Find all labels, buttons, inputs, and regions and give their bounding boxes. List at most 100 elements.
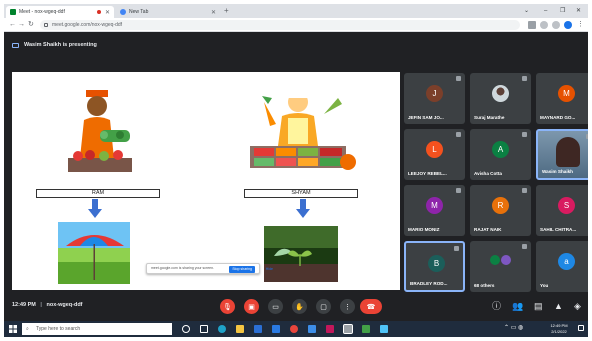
stop-sharing-button[interactable]: Stop sharing xyxy=(229,265,255,273)
participant-avatar: L xyxy=(426,141,443,158)
participant-avatar: S xyxy=(558,197,575,214)
cortana-icon[interactable] xyxy=(182,325,190,333)
url-text: meet.google.com/nox-wgeq-ddf xyxy=(52,22,123,28)
down-arrow-right-icon xyxy=(296,199,310,218)
windows-taskbar: ⌕ Type here to search ⌃ ▭ ◍ 12:49 PM 2/1… xyxy=(4,321,588,337)
participant-tile[interactable]: M MAYNARD GO... xyxy=(536,73,588,124)
mic-muted-icon xyxy=(456,132,461,137)
meeting-details-icon[interactable]: ⓘ xyxy=(492,300,501,312)
mic-muted-icon xyxy=(586,134,588,139)
participant-tile[interactable]: Suraj Marathe xyxy=(470,73,531,124)
meet-favicon-icon xyxy=(10,9,16,15)
mic-muted-icon xyxy=(522,188,527,193)
participant-name: RAJAT NAIK xyxy=(474,227,502,232)
mic-muted-icon xyxy=(522,132,527,137)
host-controls-icon[interactable]: ◈ xyxy=(574,300,581,312)
participant-name: JEFIN SAM JO... xyxy=(408,115,444,120)
address-bar-row: ← → ↻ meet.google.com/nox-wgeq-ddf ⋮ xyxy=(4,18,588,32)
task-view-icon[interactable] xyxy=(200,325,208,333)
participant-name: MAYNARD GO... xyxy=(540,115,576,120)
new-tab-plus-icon[interactable]: + xyxy=(224,6,229,16)
participant-tile[interactable]: a You xyxy=(536,241,588,292)
tab-meet[interactable]: Meet - nox-wgeq-ddf ✕ xyxy=(6,6,114,18)
participant-name: SAHIL CHITRA... xyxy=(540,227,577,232)
camera-off-button[interactable]: ▣ xyxy=(244,299,259,314)
url-bar[interactable]: meet.google.com/nox-wgeq-ddf xyxy=(40,20,520,30)
participant-name: Avisha Cotta xyxy=(474,171,502,176)
seedling-photo xyxy=(264,226,338,282)
back-icon[interactable]: ← xyxy=(9,20,16,30)
tab-title: New Tab xyxy=(129,9,149,15)
participant-avatar: a xyxy=(558,253,575,270)
extensions-icon[interactable] xyxy=(552,21,560,29)
taskbar-date: 2/1/2022 xyxy=(551,329,567,334)
participant-tile[interactable]: 68 others xyxy=(470,241,531,292)
reload-icon[interactable]: ↻ xyxy=(28,20,34,30)
lock-icon xyxy=(44,23,48,27)
close-tab-icon[interactable]: ✕ xyxy=(211,9,216,16)
people-icon[interactable]: 👥 xyxy=(512,300,523,312)
participant-avatar: R xyxy=(492,197,509,214)
file-explorer-icon[interactable] xyxy=(236,325,244,333)
store-icon[interactable] xyxy=(254,325,262,333)
search-placeholder: Type here to search xyxy=(36,326,81,332)
participant-name: LEEJOY REBEL... xyxy=(408,171,447,176)
raise-hand-button[interactable]: ✋ xyxy=(292,299,307,314)
chrome-menu-icon[interactable]: ⋮ xyxy=(577,20,584,30)
maximize-icon[interactable]: ❐ xyxy=(560,6,565,16)
activities-icon[interactable]: ▲ xyxy=(554,300,563,312)
participant-name: 68 others xyxy=(474,283,495,288)
chrome-icon[interactable] xyxy=(290,325,298,333)
app-icon-blue[interactable] xyxy=(308,325,316,333)
mic-muted-icon xyxy=(522,244,527,249)
taskbar-clock[interactable]: 12:49 PM 2/1/2022 xyxy=(544,323,574,335)
edge-icon[interactable] xyxy=(218,325,226,333)
taskbar-search-box[interactable]: ⌕ Type here to search xyxy=(22,323,172,335)
bookmark-star-icon[interactable] xyxy=(540,21,548,29)
hide-button[interactable]: Hide xyxy=(266,265,273,274)
browser-tab-strip: Meet - nox-wgeq-ddf ✕ New Tab ✕ + ⌄ – ❐ … xyxy=(4,4,588,18)
participant-tile[interactable]: L LEEJOY REBEL... xyxy=(404,129,465,180)
mail-icon[interactable] xyxy=(272,325,280,333)
farmer-vegetables-illustration xyxy=(68,90,132,172)
chat-icon[interactable]: ▤ xyxy=(534,300,543,312)
more-options-button[interactable]: ⋮ xyxy=(340,299,355,314)
app-icon-pink[interactable] xyxy=(326,325,334,333)
participant-name: Suraj Marathe xyxy=(474,115,505,120)
close-tab-icon[interactable]: ✕ xyxy=(105,9,110,16)
participant-tile[interactable]: A Avisha Cotta xyxy=(470,129,531,180)
mic-muted-icon xyxy=(522,76,527,81)
screen-sharing-notification: meet.google.com is sharing your screen. … xyxy=(146,263,273,274)
present-now-button[interactable]: ▢ xyxy=(316,299,331,314)
participant-avatar: A xyxy=(492,141,509,158)
windows-start-icon[interactable] xyxy=(9,325,17,333)
close-window-icon[interactable]: ✕ xyxy=(576,6,581,16)
minimize-icon[interactable]: – xyxy=(544,6,547,16)
tab-new-tab[interactable]: New Tab ✕ xyxy=(116,6,220,18)
participant-tile[interactable]: R RAJAT NAIK xyxy=(470,185,531,236)
profile-avatar-icon[interactable] xyxy=(564,21,572,29)
participant-tile[interactable]: Wasim Shaikh xyxy=(536,129,588,180)
participant-tile[interactable]: B BRADLEY ROD... xyxy=(404,241,465,292)
search-icon: ⌕ xyxy=(26,326,29,332)
participant-profile-photo xyxy=(492,85,509,102)
notification-icon[interactable] xyxy=(578,325,584,331)
app-icon-light-blue[interactable] xyxy=(380,325,388,333)
participant-name: Wasim Shaikh xyxy=(542,169,573,174)
system-tray-icons[interactable]: ⌃ ▭ ◍ xyxy=(504,325,523,331)
leave-call-button[interactable]: ☎ xyxy=(360,299,382,314)
participant-tile[interactable]: J JEFIN SAM JO... xyxy=(404,73,465,124)
vegetable-vendor-illustration xyxy=(250,90,356,170)
captions-button[interactable]: ▭ xyxy=(268,299,283,314)
camera-permission-icon[interactable] xyxy=(528,21,536,29)
participant-tile[interactable]: M MARIO MONIZ xyxy=(404,185,465,236)
app-icon-green[interactable] xyxy=(362,325,370,333)
app-icon-active[interactable] xyxy=(343,324,353,334)
umbrella-photo xyxy=(58,222,130,284)
mic-off-button[interactable]: 🎙 xyxy=(220,299,235,314)
participant-tile[interactable]: S SAHIL CHITRA... xyxy=(536,185,588,236)
forward-icon[interactable]: → xyxy=(18,20,25,30)
screen: Meet - nox-wgeq-ddf ✕ New Tab ✕ + ⌄ – ❐ … xyxy=(4,4,588,337)
tab-search-chevron-icon[interactable]: ⌄ xyxy=(524,6,529,16)
share-message: meet.google.com is sharing your screen. xyxy=(151,266,215,270)
